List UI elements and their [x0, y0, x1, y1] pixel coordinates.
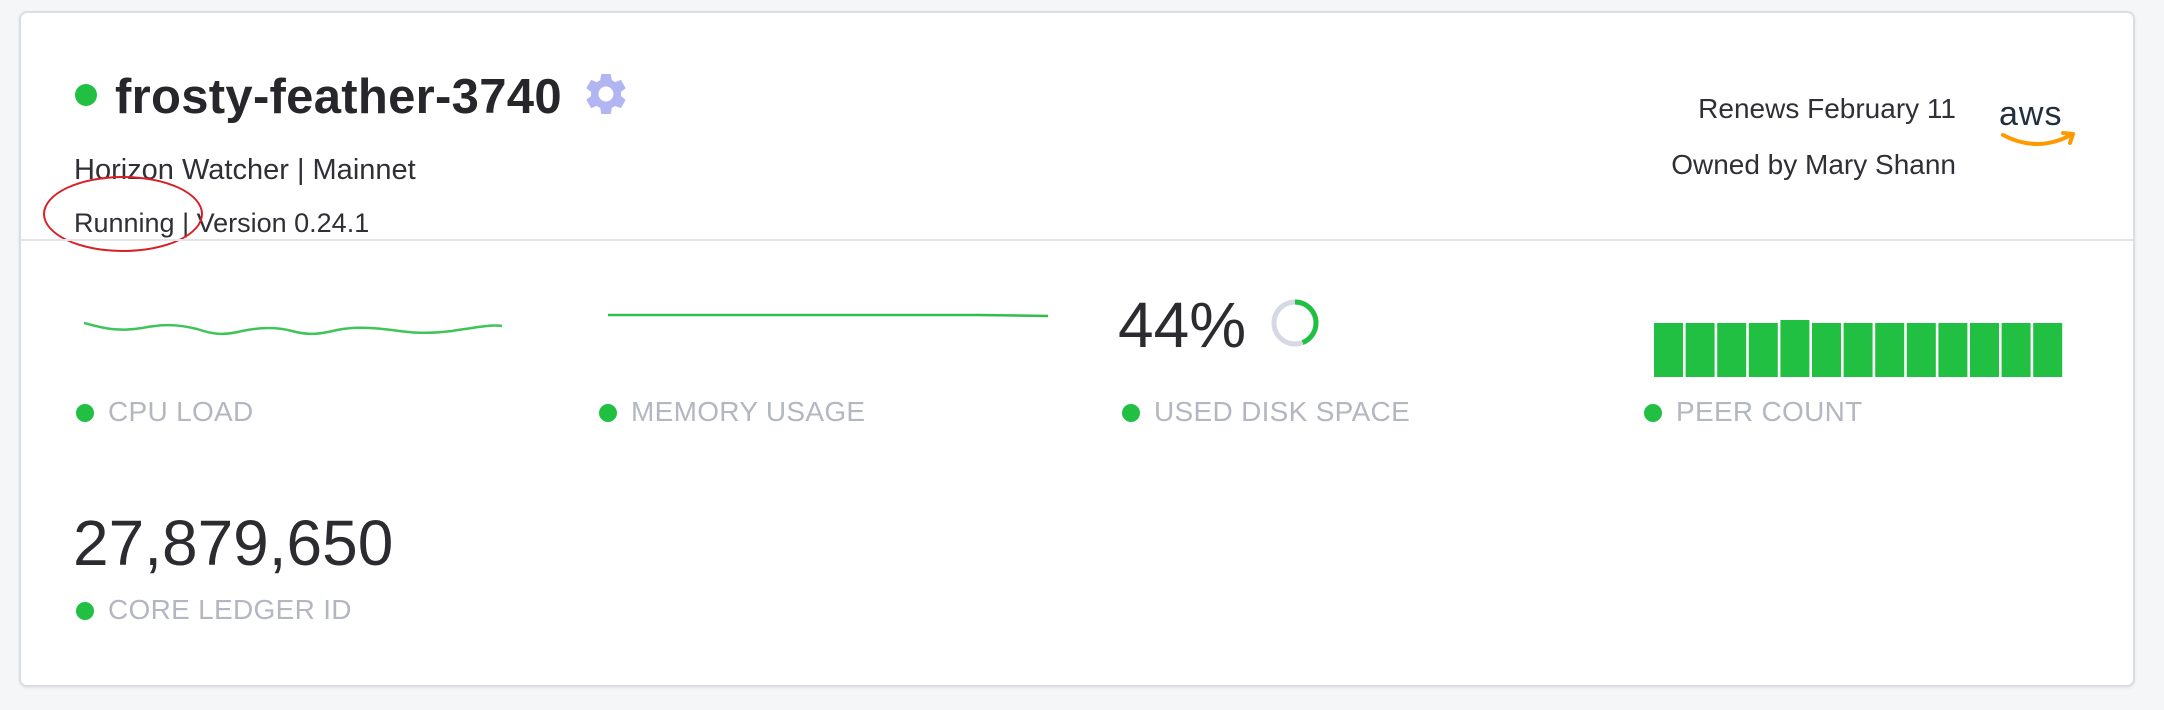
peer-count-bar [2001, 323, 2031, 377]
peer-count-label: PEER COUNT [1676, 396, 1863, 427]
core-ledger-dot [76, 602, 94, 620]
memory-usage-dot [599, 404, 617, 422]
cpu-load-label: CPU LOAD [108, 396, 254, 427]
node-header: frosty-feather-3740 Horizon Watcher | Ma… [21, 13, 2133, 252]
renewal-date: Renews February 11 [1698, 93, 1956, 124]
peer-count-bars [1654, 320, 2063, 377]
used-disk-space-label: USED DISK SPACE [1154, 396, 1411, 427]
header-divider [21, 239, 2133, 241]
peer-count-bar [1906, 323, 1936, 377]
aws-smile-icon [2001, 131, 2075, 146]
peer-count-bar [1717, 323, 1747, 377]
node-name: frosty-feather-3740 [115, 70, 562, 124]
peer-count-bar [1654, 323, 1683, 377]
peer-count-bar [2033, 323, 2063, 377]
peer-count-bar [1748, 323, 1778, 377]
peer-count-bar [1780, 320, 1810, 377]
disk-space-ring [1271, 299, 1319, 347]
peer-count-dot [1644, 404, 1662, 422]
peer-count-bar [1938, 323, 1968, 377]
memory-usage-label: MEMORY USAGE [631, 396, 866, 427]
peer-count-bar [1875, 323, 1905, 377]
node-card: frosty-feather-3740 Horizon Watcher | Ma… [19, 11, 2135, 687]
peer-count-bar [1970, 323, 1999, 377]
cpu-load-sparkline [84, 321, 503, 336]
disk-space-value: 44% [1118, 289, 1247, 361]
used-disk-space-dot [1122, 404, 1140, 422]
peer-count-bar [1685, 323, 1715, 377]
core-ledger-label: CORE LEDGER ID [108, 594, 352, 625]
aws-logo: aws [1999, 97, 2081, 163]
node-status-dot [75, 84, 97, 106]
aws-logo-text: aws [1999, 95, 2063, 133]
cpu-load-dot [76, 404, 94, 422]
gear-icon[interactable] [581, 69, 631, 119]
memory-usage-sparkline [608, 313, 1048, 318]
peer-count-bar [1812, 323, 1841, 377]
peer-count-bar [1843, 323, 1873, 377]
owner-name: Owned by Mary Shann [1671, 149, 1956, 180]
core-ledger-value: 27,879,650 [73, 507, 394, 579]
